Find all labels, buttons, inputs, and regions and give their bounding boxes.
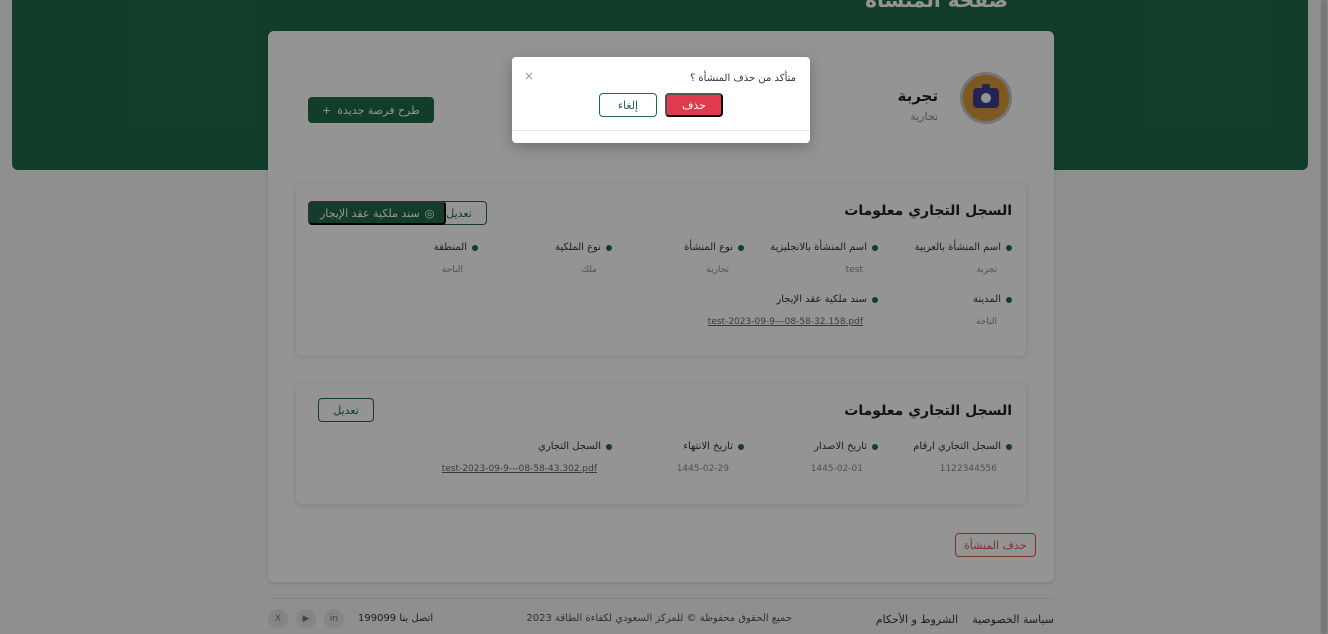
- modal-message: متأكد من حذف المنشأة ؟: [689, 73, 796, 84]
- page: صفحة المنشأة تجربة تجارية طرح فرصة جديدة…: [0, 0, 1328, 634]
- close-icon[interactable]: ×: [524, 69, 534, 83]
- divider: [512, 130, 810, 131]
- confirm-delete-modal: متأكد من حذف المنشأة ؟ × حذف إلغاء: [512, 57, 810, 143]
- cancel-button[interactable]: إلغاء: [599, 93, 657, 117]
- confirm-delete-button[interactable]: حذف: [665, 93, 723, 117]
